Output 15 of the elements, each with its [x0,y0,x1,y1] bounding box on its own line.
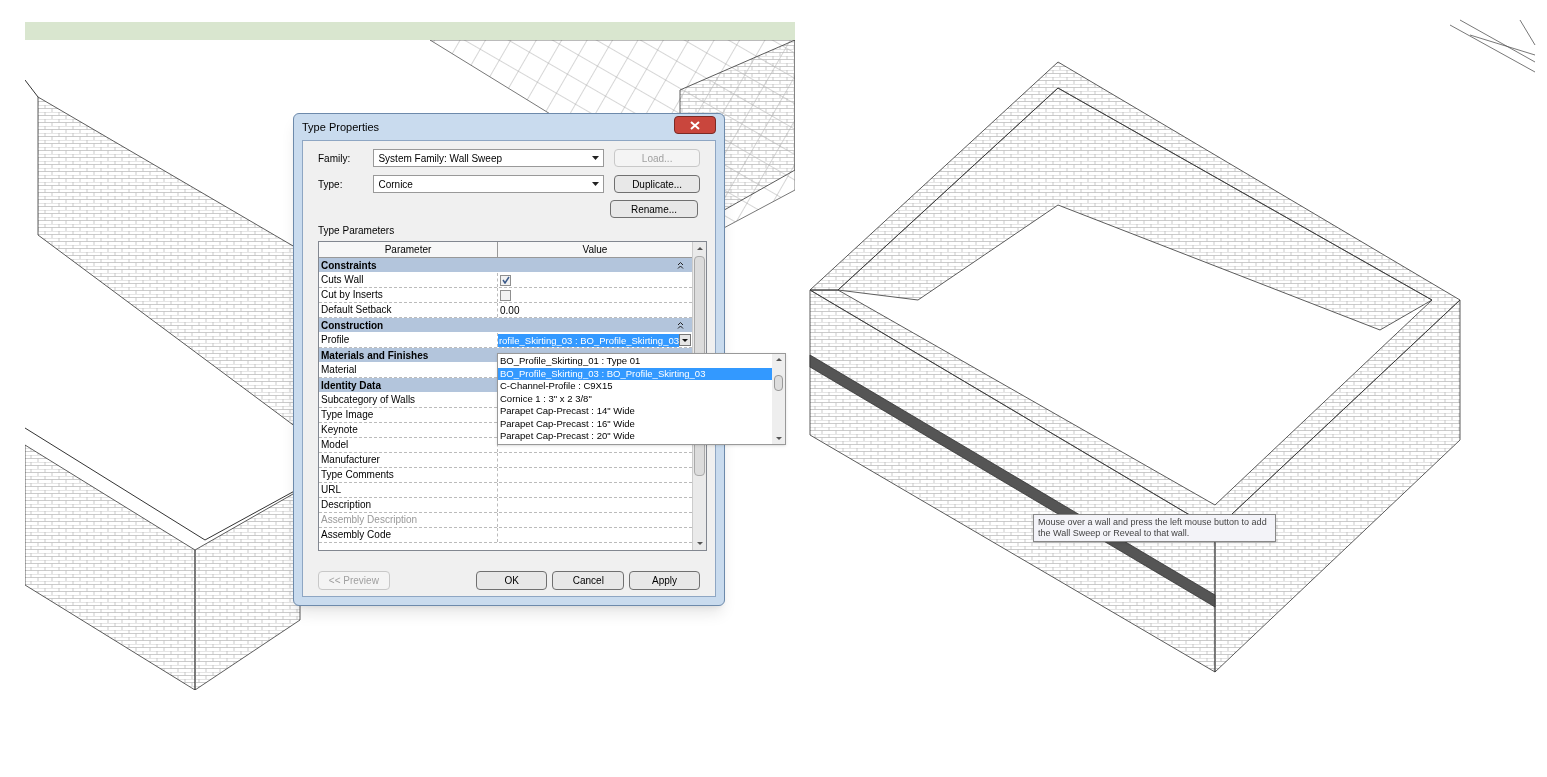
field-label: Family: [318,151,352,166]
parameter-name: URL [319,483,498,497]
field-label: Type: [318,177,344,192]
parameter-name: Default Setback [319,303,498,317]
tooltip: Mouse over a wall and press the left mouse button to add the Wall Sweep or Reveal to that wall. [1033,514,1276,542]
parameter-name: Assembly Code [319,528,498,542]
parameter-name: Cut by Inserts [319,288,498,302]
dialog-title: Type Properties [302,119,380,135]
parameter-name: Description [319,498,498,512]
parameter-name: Cuts Wall [319,273,498,287]
parameter-name: Type Comments [319,468,498,482]
section-label: Type Parameters [318,224,396,238]
parameter-name: Assembly Description [319,513,498,527]
parameter-name: Manufacturer [319,453,498,467]
parameter-name: Profile [319,333,498,347]
